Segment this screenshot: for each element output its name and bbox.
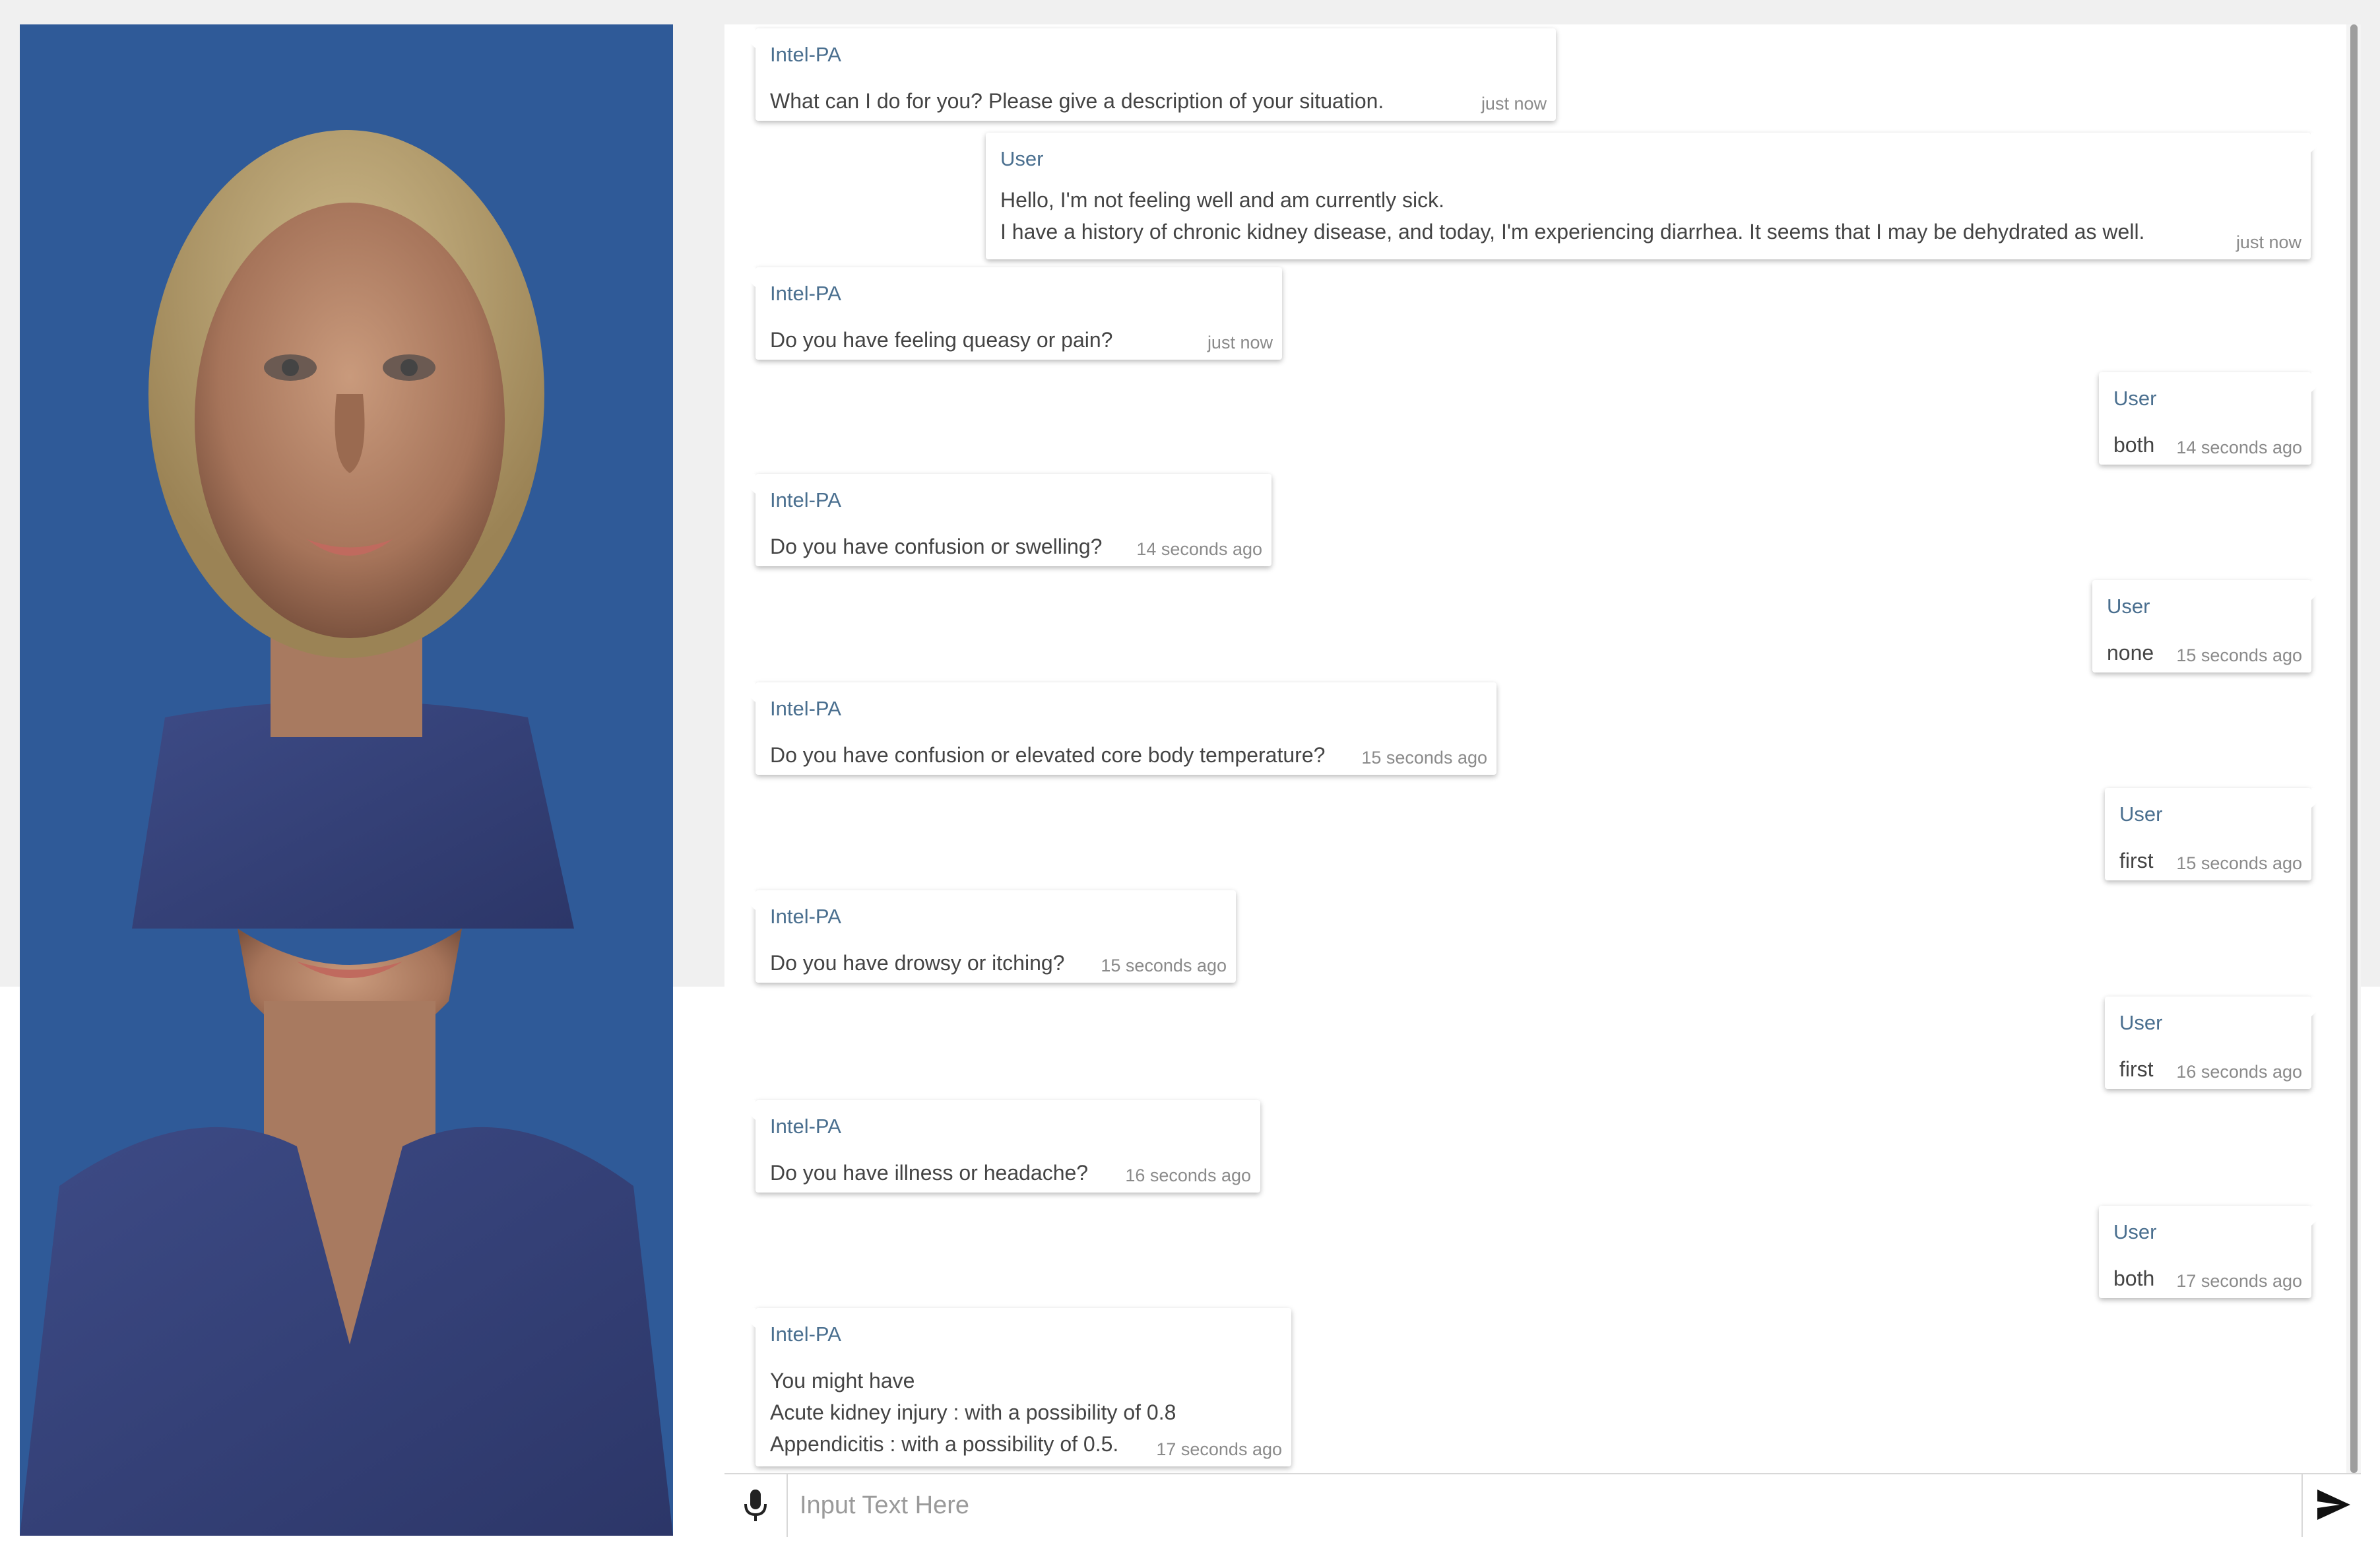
message-bot: Intel-PA Do you have feeling queasy or p… bbox=[734, 267, 1282, 360]
message-sender: Intel-PA bbox=[770, 43, 841, 66]
message-sender: User bbox=[2119, 1011, 2163, 1034]
message-timestamp: just now bbox=[2235, 232, 2301, 252]
message-text: Do you have confusion or swelling? bbox=[770, 535, 1103, 558]
scrollbar-thumb[interactable] bbox=[2350, 24, 2358, 1473]
message-timestamp: just now bbox=[1207, 333, 1273, 352]
message-text: both bbox=[2113, 433, 2155, 457]
message-sender: Intel-PA bbox=[770, 905, 841, 928]
message-sender: Intel-PA bbox=[770, 1115, 841, 1138]
message-user: User first 16 seconds ago bbox=[2105, 997, 2332, 1089]
message-text: Do you have drowsy or itching? bbox=[770, 951, 1065, 975]
message-user: User both 14 seconds ago bbox=[2099, 372, 2332, 465]
message-sender: Intel-PA bbox=[770, 1323, 841, 1346]
scrollbar[interactable] bbox=[2346, 24, 2361, 1473]
message-timestamp: just now bbox=[1481, 94, 1547, 114]
message-bot: Intel-PA Do you have confusion or elevat… bbox=[734, 682, 1496, 775]
chat-panel: Intel-PA What can I do for you? Please g… bbox=[724, 24, 2361, 1537]
input-bar bbox=[724, 1473, 2361, 1537]
message-sender: Intel-PA bbox=[770, 488, 841, 511]
message-sender: Intel-PA bbox=[770, 697, 841, 720]
message-timestamp: 16 seconds ago bbox=[2176, 1062, 2302, 1082]
message-timestamp: 15 seconds ago bbox=[2176, 853, 2302, 873]
message-text: Hello, I'm not feeling well and am curre… bbox=[1000, 188, 2145, 244]
microphone-button[interactable] bbox=[724, 1474, 788, 1537]
message-text: Do you have confusion or elevated core b… bbox=[770, 743, 1326, 767]
message-timestamp: 17 seconds ago bbox=[1156, 1439, 1282, 1459]
message-timestamp: 14 seconds ago bbox=[2176, 438, 2302, 457]
send-button[interactable] bbox=[2301, 1474, 2362, 1537]
message-user: User both 17 seconds ago bbox=[2099, 1206, 2332, 1298]
message-timestamp: 17 seconds ago bbox=[2176, 1271, 2302, 1291]
message-sender: User bbox=[2113, 1220, 2157, 1243]
message-text: none bbox=[2107, 641, 2154, 665]
message-bot: Intel-PA Do you have illness or headache… bbox=[734, 1100, 1260, 1193]
message-text: What can I do for you? Please give a des… bbox=[770, 89, 1384, 113]
message-text: Do you have feeling queasy or pain? bbox=[770, 328, 1113, 352]
message-sender: User bbox=[2119, 803, 2163, 826]
message-bot: Intel-PA What can I do for you? Please g… bbox=[734, 28, 1556, 121]
message-user: User Hello, I'm not feeling well and am … bbox=[986, 133, 2332, 259]
message-text: both bbox=[2113, 1266, 2155, 1290]
message-sender: User bbox=[2113, 387, 2157, 410]
message-text: Do you have illness or headache? bbox=[770, 1161, 1089, 1185]
send-icon bbox=[2317, 1490, 2350, 1520]
message-user: User first 15 seconds ago bbox=[2105, 788, 2332, 880]
message-bot: Intel-PA Do you have drowsy or itching? … bbox=[734, 890, 1236, 983]
message-list[interactable]: Intel-PA What can I do for you? Please g… bbox=[724, 24, 2346, 1473]
avatar-image bbox=[20, 24, 673, 1536]
message-timestamp: 14 seconds ago bbox=[1136, 539, 1262, 559]
message-sender: User bbox=[2107, 595, 2150, 618]
message-sender: User bbox=[1000, 147, 1044, 170]
message-timestamp: 15 seconds ago bbox=[1361, 748, 1487, 768]
message-bot: Intel-PA Do you have confusion or swelli… bbox=[734, 474, 1271, 566]
message-input[interactable] bbox=[798, 1484, 2289, 1526]
message-timestamp: 15 seconds ago bbox=[1101, 956, 1227, 975]
message-timestamp: 16 seconds ago bbox=[1125, 1165, 1251, 1185]
message-timestamp: 15 seconds ago bbox=[2176, 645, 2302, 665]
microphone-icon bbox=[744, 1490, 767, 1521]
message-user: User none 15 seconds ago bbox=[2092, 580, 2332, 672]
message-bot: Intel-PA You might have Acute kidney inj… bbox=[734, 1308, 1291, 1466]
message-text: You might have Acute kidney injury : wit… bbox=[770, 1369, 1176, 1456]
message-text: first bbox=[2119, 1057, 2154, 1081]
message-text: first bbox=[2119, 849, 2154, 872]
message-sender: Intel-PA bbox=[770, 282, 841, 305]
